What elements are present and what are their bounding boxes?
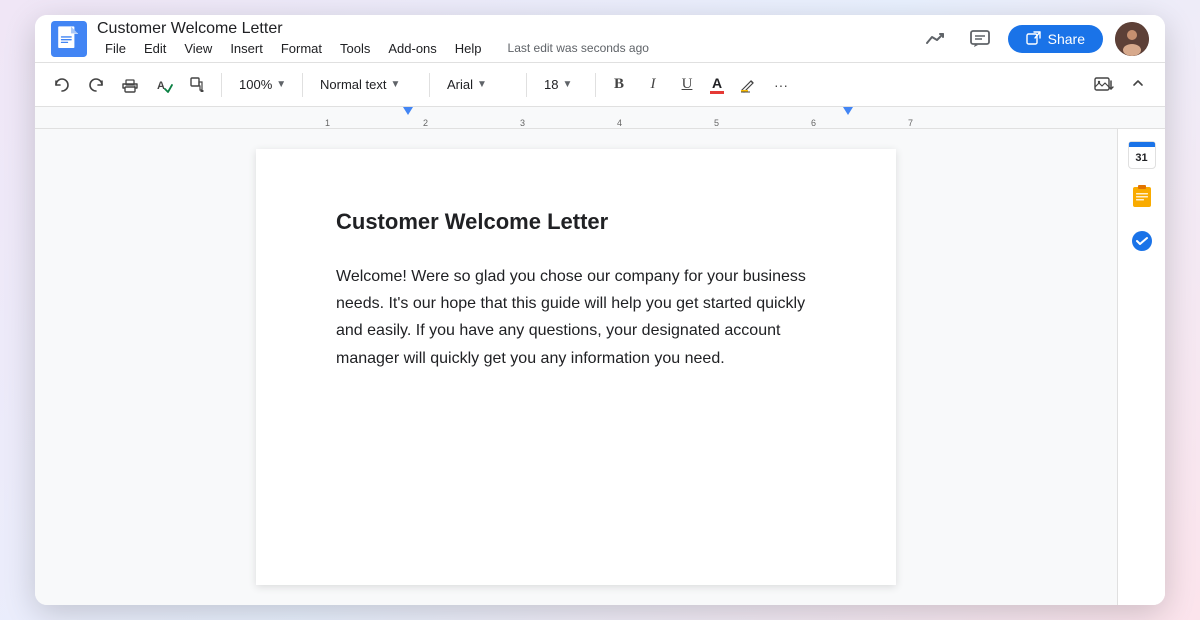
toolbar-divider-3 xyxy=(429,73,430,97)
font-chevron: ▼ xyxy=(477,79,487,90)
doc-title[interactable]: Customer Welcome Letter xyxy=(97,19,920,38)
menu-edit[interactable]: Edit xyxy=(136,39,174,58)
svg-text:A: A xyxy=(157,80,165,92)
menu-help[interactable]: Help xyxy=(447,39,490,58)
style-chevron: ▼ xyxy=(390,79,400,90)
main-content: Customer Welcome Letter Welcome! Were so… xyxy=(35,129,1165,605)
toolbar-divider-5 xyxy=(595,73,596,97)
font-color-button[interactable]: A xyxy=(706,74,728,96)
print-button[interactable] xyxy=(115,70,145,100)
comments-icon[interactable] xyxy=(964,23,996,55)
tab-stop-2 xyxy=(843,107,853,115)
style-select[interactable]: Normal text ▼ xyxy=(311,72,421,97)
title-section: Customer Welcome Letter File Edit View I… xyxy=(97,19,920,57)
analytics-icon[interactable] xyxy=(920,23,952,55)
doc-icon xyxy=(51,21,87,57)
spellcheck-button[interactable]: A xyxy=(149,70,179,100)
right-sidebar: 31 xyxy=(1117,129,1165,605)
font-select[interactable]: Arial ▼ xyxy=(438,72,518,97)
tasks-icon[interactable] xyxy=(1126,225,1158,257)
underline-button[interactable]: U xyxy=(672,70,702,100)
tab-stop xyxy=(403,107,413,115)
bold-button[interactable]: B xyxy=(604,70,634,100)
menu-insert[interactable]: Insert xyxy=(222,39,271,58)
undo-button[interactable] xyxy=(47,70,77,100)
expand-button[interactable] xyxy=(1123,70,1153,100)
toolbar-divider-2 xyxy=(302,73,303,97)
menu-bar: File Edit View Insert Format Tools Add-o… xyxy=(97,39,920,58)
editor-area[interactable]: Customer Welcome Letter Welcome! Were so… xyxy=(35,129,1117,605)
keep-icon[interactable] xyxy=(1126,181,1158,213)
menu-tools[interactable]: Tools xyxy=(332,39,378,58)
last-edit-status: Last edit was seconds ago xyxy=(508,41,649,55)
redo-button[interactable] xyxy=(81,70,111,100)
size-chevron: ▼ xyxy=(562,79,572,90)
menu-addons[interactable]: Add-ons xyxy=(380,39,444,58)
highlight-button[interactable] xyxy=(732,70,762,100)
share-button[interactable]: Share xyxy=(1008,25,1103,53)
zoom-chevron: ▼ xyxy=(276,79,286,90)
font-size-select[interactable]: 18 ▼ xyxy=(535,72,587,97)
toolbar-divider-1 xyxy=(221,73,222,97)
zoom-select[interactable]: 100% ▼ xyxy=(230,72,294,97)
zoom-value: 100% xyxy=(239,77,272,92)
calendar-number: 31 xyxy=(1135,152,1147,164)
share-label: Share xyxy=(1048,31,1085,47)
toolbar: A 100% ▼ Normal text ▼ Arial xyxy=(35,63,1165,107)
more-options-button[interactable]: ··· xyxy=(766,70,796,100)
ruler: 1 2 3 4 5 6 7 xyxy=(35,107,1165,129)
calendar-icon[interactable]: 31 xyxy=(1128,141,1156,169)
document-heading: Customer Welcome Letter xyxy=(336,209,816,235)
document-body: Welcome! Were so glad you chose our comp… xyxy=(336,263,816,372)
font-value: Arial xyxy=(447,77,473,92)
style-value: Normal text xyxy=(320,77,386,92)
title-bar: Customer Welcome Letter File Edit View I… xyxy=(35,15,1165,63)
toolbar-divider-4 xyxy=(526,73,527,97)
ruler-inner: 1 2 3 4 5 6 7 xyxy=(255,107,1165,128)
paint-format-button[interactable] xyxy=(183,70,213,100)
title-bar-right: Share xyxy=(920,22,1149,56)
menu-format[interactable]: Format xyxy=(273,39,330,58)
app-window: Customer Welcome Letter File Edit View I… xyxy=(35,15,1165,605)
font-color-bar xyxy=(710,91,724,94)
avatar[interactable] xyxy=(1115,22,1149,56)
document-page: Customer Welcome Letter Welcome! Were so… xyxy=(256,149,896,585)
image-options-button[interactable] xyxy=(1089,70,1119,100)
italic-button[interactable]: I xyxy=(638,70,668,100)
menu-view[interactable]: View xyxy=(176,39,220,58)
font-size-value: 18 xyxy=(544,77,558,92)
menu-file[interactable]: File xyxy=(97,39,134,58)
